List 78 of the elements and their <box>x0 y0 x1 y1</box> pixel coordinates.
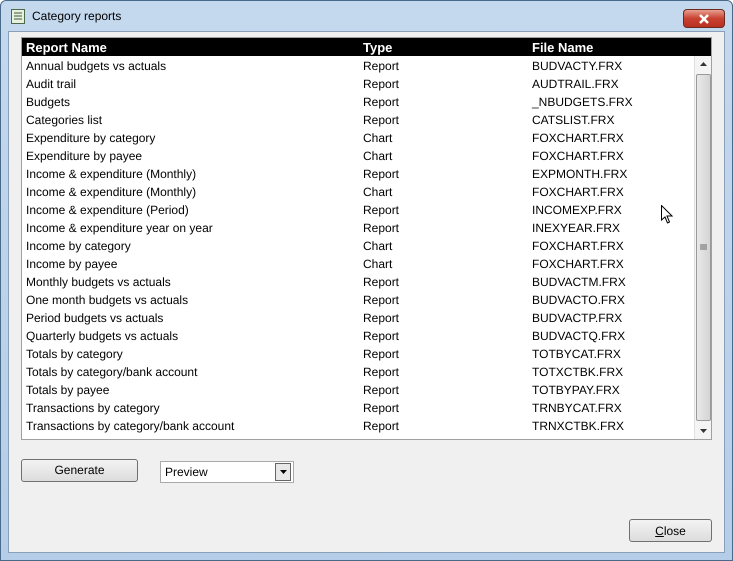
table-cell[interactable]: TOTXCTBK.FRX <box>532 363 624 381</box>
table-cell[interactable]: Income by category <box>26 237 131 255</box>
table-cell[interactable]: Categories list <box>26 111 102 129</box>
table-cell[interactable]: BUDVACTQ.FRX <box>532 327 626 345</box>
table-cell[interactable]: Totals by category <box>26 345 123 363</box>
window-title: Category reports <box>32 9 122 23</box>
table-cell[interactable]: BUDVACTP.FRX <box>532 309 622 327</box>
list-icon <box>11 8 25 24</box>
table-cell[interactable]: Income & expenditure year on year <box>26 219 213 237</box>
table-cell[interactable]: INEXYEAR.FRX <box>532 219 620 237</box>
table-cell[interactable]: TOTBYCAT.FRX <box>532 345 621 363</box>
table-cell[interactable]: FOXCHART.FRX <box>532 147 624 165</box>
table-cell[interactable]: Report <box>363 327 400 345</box>
mouse-cursor-icon <box>661 205 673 224</box>
table-cell[interactable]: Chart <box>363 129 392 147</box>
generate-button[interactable]: Generate <box>21 458 138 482</box>
table-cell[interactable]: TRNXCTBK.FRX <box>532 417 624 435</box>
table-cell[interactable]: Report <box>363 219 400 237</box>
table-cell[interactable]: Totals by payee <box>26 381 110 399</box>
table-cell[interactable]: Expenditure by payee <box>26 147 142 165</box>
table-cell[interactable]: Quarterly budgets vs actuals <box>26 327 178 345</box>
scroll-down-icon[interactable] <box>700 429 706 433</box>
table-cell[interactable]: CATSLIST.FRX <box>532 111 614 129</box>
scrollbar[interactable] <box>694 56 711 439</box>
table-cell[interactable]: Report <box>363 345 400 363</box>
table-cell[interactable]: Chart <box>363 147 392 165</box>
scroll-thumb[interactable] <box>696 74 710 421</box>
table-cell[interactable]: Income & expenditure (Period) <box>26 201 189 219</box>
table-cell[interactable]: Audit trail <box>26 75 76 93</box>
table-cell[interactable]: Report <box>363 381 400 399</box>
column-header[interactable]: Type <box>363 40 392 54</box>
table-cell[interactable]: TOTBYPAY.FRX <box>532 381 620 399</box>
table-cell[interactable]: Report <box>363 165 400 183</box>
table-cell[interactable]: Report <box>363 417 400 435</box>
table-cell[interactable]: Chart <box>363 183 392 201</box>
table-cell[interactable]: Report <box>363 111 400 129</box>
table-cell[interactable]: BUDVACTM.FRX <box>532 273 626 291</box>
table-cell[interactable]: INCOMEXP.FRX <box>532 201 622 219</box>
table-cell[interactable]: Report <box>363 291 400 309</box>
table-cell[interactable]: Transactions by category/bank account <box>26 417 234 435</box>
table-cell[interactable]: One month budgets vs actuals <box>26 291 188 309</box>
table-cell[interactable]: Income & expenditure (Monthly) <box>26 165 196 183</box>
table-cell[interactable]: Monthly budgets vs actuals <box>26 273 171 291</box>
table-cell[interactable]: Report <box>363 309 400 327</box>
dropdown-arrow-icon[interactable] <box>280 470 286 474</box>
table-cell[interactable]: Chart <box>363 255 392 273</box>
table-cell[interactable]: Period budgets vs actuals <box>26 309 164 327</box>
table-cell[interactable]: Transactions by category <box>26 399 160 417</box>
table-cell[interactable]: BUDVACTY.FRX <box>532 57 622 75</box>
table-cell[interactable]: _NBUDGETS.FRX <box>532 93 633 111</box>
table-cell[interactable]: Expenditure by category <box>26 129 156 147</box>
table-cell[interactable]: FOXCHART.FRX <box>532 237 624 255</box>
close-button[interactable]: Close <box>629 519 712 542</box>
table-cell[interactable]: Budgets <box>26 93 70 111</box>
column-header[interactable]: File Name <box>532 40 594 54</box>
table-cell[interactable]: Chart <box>363 237 392 255</box>
table-cell[interactable]: Totals by category/bank account <box>26 363 198 381</box>
table-cell[interactable]: EXPMONTH.FRX <box>532 165 628 183</box>
table-cell[interactable]: Report <box>363 201 400 219</box>
table-cell[interactable]: Report <box>363 399 400 417</box>
close-icon[interactable] <box>683 9 725 28</box>
table-cell[interactable]: BUDVACTO.FRX <box>532 291 625 309</box>
table-cell[interactable]: Report <box>363 363 400 381</box>
table-cell[interactable]: Report <box>363 75 400 93</box>
table-cell[interactable]: Report <box>363 273 400 291</box>
table-cell[interactable]: Income & expenditure (Monthly) <box>26 183 196 201</box>
table-cell[interactable]: TRNBYCAT.FRX <box>532 399 622 417</box>
table-cell[interactable]: Report <box>363 93 400 111</box>
table-cell[interactable]: AUDTRAIL.FRX <box>532 75 619 93</box>
scroll-up-icon[interactable] <box>700 62 706 66</box>
table-cell[interactable]: Annual budgets vs actuals <box>26 57 166 75</box>
output-dropdown[interactable]: Preview <box>160 461 294 483</box>
table-cell[interactable]: FOXCHART.FRX <box>532 255 624 273</box>
table-cell[interactable]: FOXCHART.FRX <box>532 129 624 147</box>
table-cell[interactable]: Income by payee <box>26 255 118 273</box>
column-header[interactable]: Report Name <box>26 40 107 54</box>
table-cell[interactable]: Report <box>363 57 400 75</box>
table-cell[interactable]: FOXCHART.FRX <box>532 183 624 201</box>
